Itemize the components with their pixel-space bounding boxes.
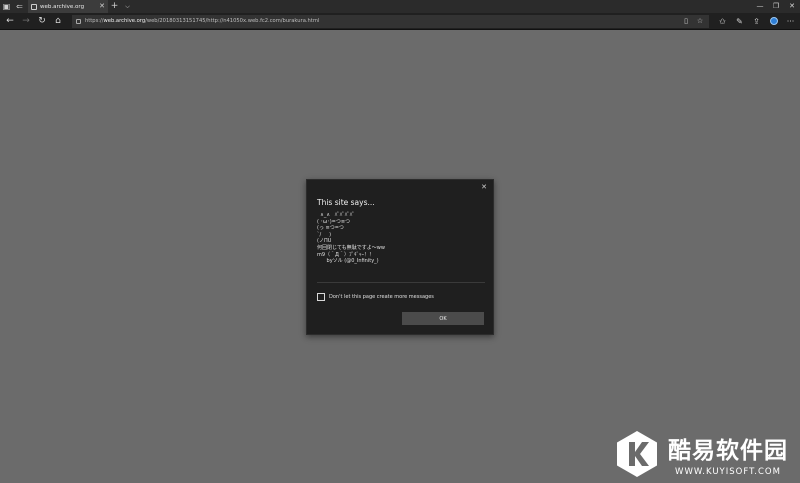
- kuyisoft-logo-icon: [617, 431, 657, 477]
- page-icon: [31, 3, 37, 10]
- tab-title: web.archive.org: [40, 3, 85, 10]
- message-line: (ノΠU: [317, 238, 332, 245]
- tab-preview-button[interactable]: ⇐: [13, 0, 26, 13]
- tabstrip-drag-area[interactable]: [134, 0, 752, 13]
- message-line: byソル (@0_Infinity_): [317, 258, 379, 265]
- back-tabs-icon: ⇐: [16, 2, 23, 11]
- message-line: (っ ≡つ=つ: [317, 225, 344, 232]
- message-line: m9（＾Д＾）ﾌﾟｷﾞｬｰ！！: [317, 251, 374, 258]
- url-path: /web/20180313151745/http://n41050x.web.f…: [145, 18, 320, 24]
- profile-button[interactable]: [766, 14, 781, 29]
- home-button[interactable]: ⌂: [50, 14, 66, 29]
- watermark-url: WWW.KUYISOFT.COM: [675, 467, 781, 477]
- minimize-button[interactable]: —: [752, 0, 768, 13]
- ok-button[interactable]: OK: [402, 312, 484, 325]
- more-button[interactable]: ···: [783, 14, 798, 29]
- tab-active[interactable]: web.archive.org ✕: [28, 0, 108, 13]
- arrow-right-icon: →: [22, 16, 30, 26]
- tabs-menu-chevron-icon[interactable]: ⌵: [121, 0, 134, 13]
- watermark-text: 酷易软件园 WWW.KUYISOFT.COM: [668, 431, 788, 477]
- pen-icon: ✎: [736, 16, 743, 26]
- share-button[interactable]: ⇪: [749, 14, 764, 29]
- url-prefix: https://: [84, 18, 104, 24]
- dialog-message: ∧_∧ ﾊﾟﾊﾟﾊﾟﾊﾟ ( ･ω･)=つ≡つ (っ ≡つ=つ `/ ) (ノΠ…: [317, 212, 487, 265]
- close-window-button[interactable]: ✕: [784, 0, 800, 13]
- refresh-button[interactable]: ↻: [34, 14, 50, 29]
- message-line: ( ･ω･)=つ≡つ: [317, 218, 351, 225]
- watermark: 酷易软件园 WWW.KUYISOFT.COM: [610, 425, 800, 483]
- tab-actions-button[interactable]: ▣: [0, 0, 13, 13]
- favorite-star-icon[interactable]: ☆: [695, 17, 705, 25]
- url-host: web.archive.org: [103, 18, 146, 24]
- ellipsis-icon: ···: [786, 16, 795, 26]
- watermark-title: 酷易软件园: [668, 438, 788, 464]
- dialog-title: This site says...: [317, 198, 375, 207]
- favorites-button[interactable]: ✩: [715, 14, 730, 29]
- url-text[interactable]: https://web.archive.org/web/201803131517…: [85, 18, 677, 24]
- navigation-bar: ← → ↻ ⌂ https://web.archive.org/web/2018…: [0, 13, 800, 30]
- alert-dialog: ✕ This site says... ∧_∧ ﾊﾟﾊﾟﾊﾟﾊﾟ ( ･ω･)=…: [306, 179, 494, 335]
- forward-button[interactable]: →: [18, 14, 34, 29]
- message-line: `/ ): [317, 231, 332, 238]
- home-icon: ⌂: [55, 16, 61, 26]
- suppress-messages-label[interactable]: Don't let this page create more messages: [329, 294, 434, 300]
- arrow-left-icon: ←: [6, 16, 14, 26]
- reading-view-icon[interactable]: ▯: [681, 17, 691, 25]
- new-tab-button[interactable]: +: [108, 0, 121, 13]
- suppress-messages-checkbox[interactable]: [317, 293, 325, 301]
- toolbar-right: ✩ ✎ ⇪ ···: [715, 14, 798, 29]
- notes-button[interactable]: ✎: [732, 14, 747, 29]
- dialog-close-icon[interactable]: ✕: [481, 184, 487, 191]
- maximize-button[interactable]: ❐: [768, 0, 784, 13]
- tab-close-icon[interactable]: ✕: [99, 3, 105, 10]
- message-line: ∧_∧ ﾊﾟﾊﾟﾊﾟﾊﾟ: [317, 212, 355, 218]
- share-icon: ⇪: [753, 16, 760, 26]
- lock-icon: [75, 18, 81, 24]
- tab-strip: ▣ ⇐ web.archive.org ✕ + ⌵ — ❐ ✕: [0, 0, 800, 13]
- address-bar[interactable]: https://web.archive.org/web/201803131517…: [71, 14, 710, 28]
- suppress-messages-option[interactable]: Don't let this page create more messages: [317, 293, 434, 301]
- back-button[interactable]: ←: [2, 14, 18, 29]
- tab-set-aside-icon: ▣: [2, 2, 11, 11]
- dialog-divider: [317, 282, 485, 283]
- profile-avatar-icon: [769, 17, 778, 25]
- message-line: 何回閉じても無駄ですよ～ww: [317, 244, 385, 251]
- favorites-star-icon: ✩: [719, 16, 726, 26]
- refresh-icon: ↻: [38, 16, 46, 26]
